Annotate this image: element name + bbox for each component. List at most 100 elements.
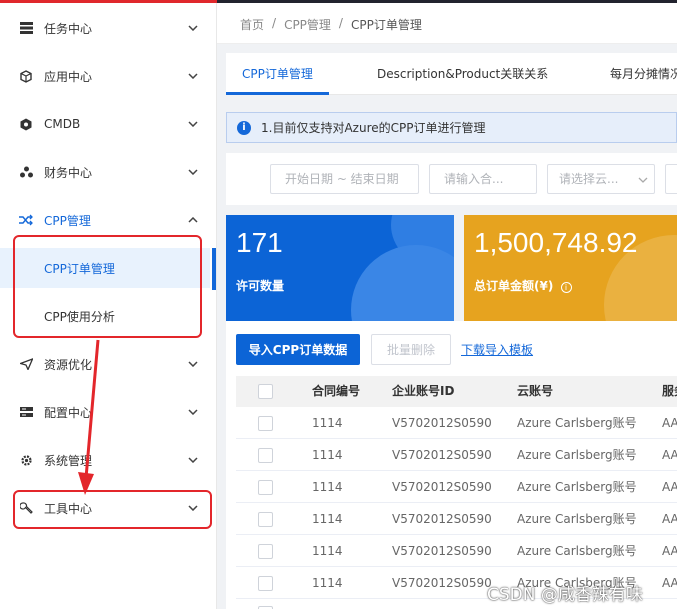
header-bar — [217, 0, 677, 3]
sidebar-item-config-center[interactable]: 配置中心 — [0, 392, 216, 432]
row-checkbox[interactable] — [258, 576, 273, 591]
cluster-icon — [19, 165, 33, 179]
row-checkbox[interactable] — [258, 544, 273, 559]
cell-cloud-account: Azure Carlsberg账号 — [517, 480, 637, 494]
chevron-down-icon — [187, 166, 199, 178]
breadcrumb-separator: / — [272, 16, 277, 30]
contract-input[interactable]: 请输入合... — [429, 164, 537, 194]
tab-bar: CPP订单管理 Description&Product关联关系 每月分摊情况 — [226, 53, 677, 95]
server-icon — [19, 21, 33, 35]
cloud-select[interactable]: 请选择云... — [547, 164, 655, 194]
cell-enterprise-id: V5702012S0590 — [392, 512, 492, 526]
breadcrumb: 首页 / CPP管理 / CPP订单管理 — [240, 16, 422, 33]
annotation-box-submenu — [13, 235, 202, 338]
shuffle-icon — [19, 213, 33, 227]
download-template-link[interactable]: 下载导入模板 — [461, 341, 533, 358]
chevron-down-icon — [187, 454, 199, 466]
cell-contract: 1114 — [312, 512, 343, 526]
cell-service: AA — [662, 512, 677, 526]
order-total-value: 1,500,748.92 — [474, 227, 638, 258]
cell-contract: 1114 — [312, 576, 343, 590]
chevron-up-icon — [187, 214, 199, 226]
sidebar-item-label: CMDB — [44, 117, 81, 131]
filter-bar: 开始日期 ~ 结束日期 请输入合... 请选择云... — [226, 153, 677, 205]
chevron-down-icon — [187, 118, 199, 130]
cell-cloud-account: Azure Carlsberg账号 — [517, 448, 637, 462]
column-header-contract[interactable]: 合同编号 — [312, 376, 360, 407]
sidebar-item-finance-center[interactable]: 财务中心 — [0, 152, 216, 192]
hexagon-icon — [19, 117, 33, 131]
sidebar-item-app-center[interactable]: 应用中心 — [0, 56, 216, 96]
column-header-service[interactable]: 服务 — [662, 376, 677, 407]
cell-contract: 1114 — [312, 544, 343, 558]
cloud-select-placeholder: 请选择云... — [559, 172, 619, 186]
order-total-card: 1,500,748.92 总订单金额(¥) i — [464, 215, 677, 321]
cell-enterprise-id: V5702012S0590 — [392, 416, 492, 430]
chevron-down-icon — [187, 70, 199, 82]
date-range-picker[interactable]: 开始日期 ~ 结束日期 — [270, 164, 419, 194]
cell-enterprise-id: V5702012S0590 — [392, 480, 492, 494]
import-orders-button[interactable]: 导入CPP订单数据 — [236, 334, 360, 365]
column-header-cloud-account[interactable]: 云账号 — [517, 376, 553, 407]
column-header-enterprise-id[interactable]: 企业账号ID — [392, 376, 454, 407]
chevron-down-icon — [187, 22, 199, 34]
breadcrumb-current: CPP订单管理 — [350, 18, 422, 32]
breadcrumb-section[interactable]: CPP管理 — [284, 16, 331, 33]
sidebar-item-cmdb[interactable]: CMDB — [0, 104, 216, 144]
sidebar-item-system-management[interactable]: 系统管理 — [0, 440, 216, 480]
row-checkbox[interactable] — [258, 416, 273, 431]
order-total-label: 总订单金额(¥) i — [474, 277, 572, 294]
sidebar-item-label: 系统管理 — [44, 453, 93, 468]
row-checkbox[interactable] — [258, 480, 273, 495]
watermark: CSDN @咸香辣有味 — [487, 585, 643, 605]
table-row[interactable]: 1114 V5702012S0590 Azure Carlsberg账号 AA — [236, 471, 677, 503]
table-row[interactable]: 1114 V5702012S0590 Azure Carlsberg账号 AA — [236, 407, 677, 439]
order-total-label-text: 总订单金额(¥) — [474, 279, 554, 293]
sidebar-item-label: 财务中心 — [44, 165, 93, 180]
cell-cloud-account: Azure Carlsberg账号 — [517, 416, 637, 430]
cell-contract: 1114 — [312, 416, 343, 430]
cell-service: AA — [662, 544, 677, 558]
cell-service: AA — [662, 448, 677, 462]
cube-icon — [19, 69, 33, 83]
cell-cloud-account: Azure Carlsberg账号 — [517, 512, 637, 526]
license-count-value: 171 — [236, 227, 283, 258]
sidebar-item-label: 任务中心 — [44, 21, 93, 36]
tab-description-product[interactable]: Description&Product关联关系 — [377, 53, 548, 95]
table-row[interactable]: 1114 V5702012S0590 Azure Carlsberg账号 AA — [236, 503, 677, 535]
sidebar-item-label: 资源优化 — [44, 357, 93, 372]
table-row[interactable]: 1114 V5702012S0590 Azure Carlsberg账号 AA — [236, 535, 677, 567]
gear-icon — [19, 453, 33, 467]
info-notice: i 1.目前仅支持对Azure的CPP订单进行管理 — [226, 112, 677, 143]
cell-cloud-account: Azure Carlsberg账号 — [517, 544, 637, 558]
filter-input-partial[interactable] — [665, 164, 677, 194]
cell-contract: 1114 — [312, 480, 343, 494]
sidebar-item-label: CPP管理 — [44, 213, 91, 228]
cell-service: AA — [662, 480, 677, 494]
row-checkbox[interactable] — [258, 448, 273, 463]
sidebar-item-task-center[interactable]: 任务中心 — [0, 8, 216, 48]
info-circle-icon[interactable]: i — [560, 282, 572, 293]
cell-enterprise-id: V5702012S0590 — [392, 576, 492, 590]
tab-monthly-allocation[interactable]: 每月分摊情况 — [610, 53, 677, 95]
tab-cpp-orders[interactable]: CPP订单管理 — [242, 53, 313, 95]
annotation-box-tool-center — [13, 490, 212, 529]
breadcrumb-home[interactable]: 首页 — [240, 16, 264, 33]
license-count-card: 171 许可数量 — [226, 215, 454, 321]
row-checkbox[interactable] — [258, 512, 273, 527]
batch-delete-button[interactable]: 批量删除 — [371, 334, 451, 365]
cell-enterprise-id: V5702012S0590 — [392, 544, 492, 558]
cell-contract: 1114 — [312, 448, 343, 462]
info-icon: i — [237, 120, 251, 135]
sidebar-item-label: 应用中心 — [44, 69, 93, 84]
notice-text: 1.目前仅支持对Azure的CPP订单进行管理 — [261, 121, 486, 135]
table-row[interactable]: 1114 V5702012S0590 Azure Carlsberg账号 AA — [236, 439, 677, 471]
chevron-down-icon — [638, 165, 648, 193]
cell-service: AA — [662, 416, 677, 430]
breadcrumb-separator: / — [338, 16, 343, 30]
select-all-checkbox[interactable] — [258, 384, 273, 399]
active-tab-indicator — [226, 92, 329, 95]
sidebar-item-cpp-management[interactable]: CPP管理 — [0, 200, 216, 240]
active-indicator — [212, 248, 216, 290]
sidebar-item-resource-optimization[interactable]: 资源优化 — [0, 344, 216, 384]
